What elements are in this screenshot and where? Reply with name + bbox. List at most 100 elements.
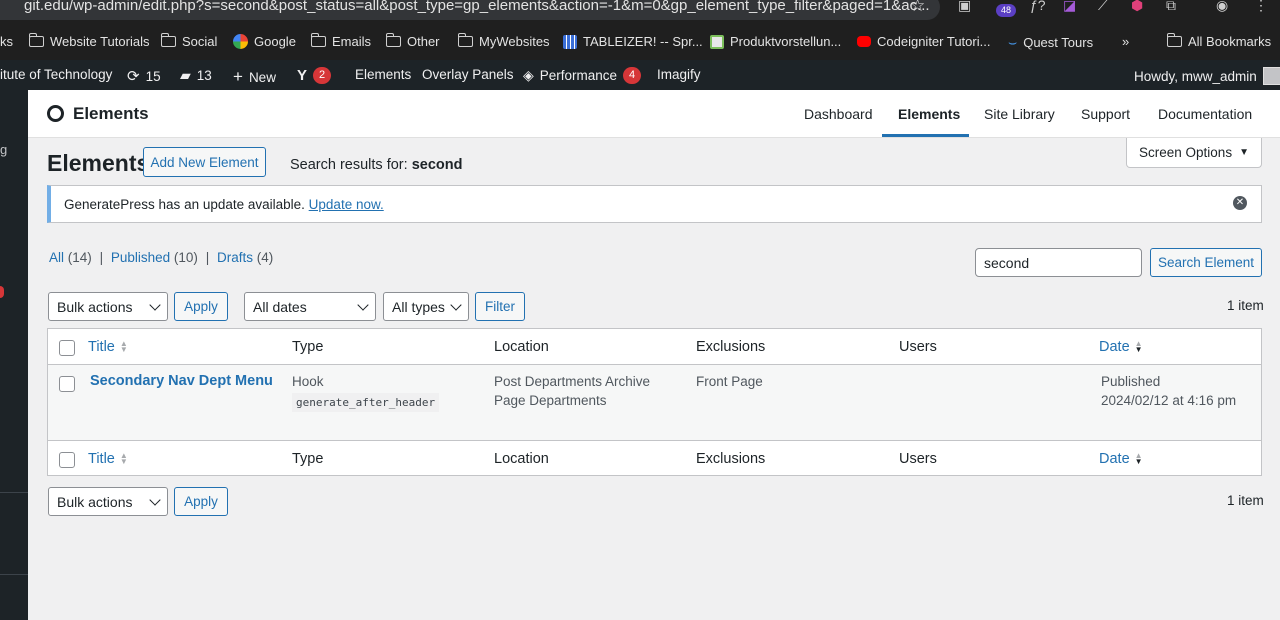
adminbar-overlay-panels[interactable]: Overlay Panels — [422, 67, 514, 82]
adminbar-site-name[interactable]: itute of Technology — [0, 67, 112, 82]
bookmark-emails[interactable]: Emails — [310, 33, 371, 49]
bookmark-quest-tours[interactable]: ⌣ Quest Tours — [1008, 34, 1093, 51]
bookmark-codeigniter[interactable]: Codeigniter Tutori... — [857, 34, 990, 49]
element-title-link[interactable]: Secondary Nav Dept Menu — [90, 373, 273, 389]
sort-icon: ▲ ▼ — [1134, 451, 1143, 466]
update-now-link[interactable]: Update now. — [309, 197, 384, 212]
sidebar-item-label[interactable]: g — [0, 142, 7, 157]
youtube-icon — [857, 36, 871, 47]
adminbar-updates[interactable]: ⟳ 15 — [127, 67, 161, 85]
column-title[interactable]: Title ▲ ▼ — [88, 451, 128, 467]
filter-drafts-link[interactable]: Drafts — [217, 250, 253, 265]
notice-message: GeneratePress has an update available. U… — [64, 197, 384, 212]
apply-button[interactable]: Apply — [174, 487, 228, 516]
adminbar-performance[interactable]: ◈ Performance 4 — [523, 67, 642, 84]
tab-dashboard[interactable]: Dashboard — [804, 106, 873, 122]
purple-extension-icon[interactable]: ◪ — [1063, 0, 1076, 14]
select-all-checkbox[interactable] — [59, 452, 75, 468]
search-element-button[interactable]: Search Element — [1150, 248, 1262, 277]
chevron-down-icon — [149, 299, 161, 311]
bookmark-other[interactable]: Other — [385, 33, 440, 49]
column-type: Type — [292, 339, 324, 355]
folder-icon — [1166, 33, 1182, 47]
bookmark-star-icon[interactable]: ☆ — [910, 0, 925, 16]
bookmark-website-tutorials[interactable]: Website Tutorials — [28, 33, 149, 49]
adminbar-comments[interactable]: ▰ 13 — [180, 67, 212, 84]
type-cell: Hook generate_after_header — [292, 372, 440, 412]
types-filter-select[interactable]: All types — [383, 292, 469, 321]
search-input[interactable] — [975, 248, 1142, 277]
apply-button[interactable]: Apply — [174, 292, 228, 321]
wp-admin-bar: itute of Technology ⟳ 15 ▰ 13 + New Y2 Elem… — [0, 60, 1280, 90]
tab-support[interactable]: Support — [1081, 106, 1130, 122]
table-footer: Title ▲ ▼ Type Location Exclusions Users D… — [48, 440, 1261, 476]
generatepress-logo-icon — [47, 105, 64, 122]
filter-all-link[interactable]: All — [49, 250, 64, 265]
bookmark-google[interactable]: Google — [233, 34, 296, 49]
camera-icon[interactable]: ▣ — [958, 0, 971, 14]
folder-icon — [28, 33, 44, 47]
plus-icon: + — [233, 67, 243, 86]
url-text[interactable]: git.edu/wp-admin/edit.php?s=second&post_… — [24, 0, 930, 14]
function-extension-icon[interactable]: ƒ? — [1030, 0, 1046, 13]
bookmark-mywebsites[interactable]: MyWebsites — [457, 33, 550, 49]
adminbar-imagify[interactable]: Imagify — [657, 67, 701, 82]
adminbar-account[interactable]: Howdy, mww_admin — [1134, 67, 1280, 85]
dismiss-icon[interactable]: ✕ — [1233, 196, 1247, 210]
bookmarks-overflow[interactable]: » — [1122, 34, 1129, 49]
bulk-actions-select[interactable]: Bulk actions — [48, 487, 168, 516]
item-count: 1 item — [1227, 493, 1264, 508]
dates-filter-select[interactable]: All dates — [244, 292, 376, 321]
filter-published-link[interactable]: Published — [111, 250, 170, 265]
browser-url-bar: git.edu/wp-admin/edit.php?s=second&post_… — [0, 0, 1280, 22]
performance-icon: ◈ — [523, 67, 534, 83]
tab-site-library[interactable]: Site Library — [984, 106, 1055, 122]
page-icon — [710, 34, 724, 49]
plugin-title: Elements — [73, 104, 149, 123]
wave-icon: ⌣ — [1008, 34, 1018, 50]
item-count: 1 item — [1227, 298, 1264, 313]
search-results-label: Search results for: second — [290, 157, 463, 173]
tab-documentation[interactable]: Documentation — [1158, 106, 1252, 122]
folder-icon — [160, 33, 176, 47]
bookmark-all-bookmarks[interactable]: All Bookmarks — [1166, 33, 1271, 49]
pen-extension-icon[interactable]: ⟋ — [1098, 0, 1108, 14]
yoast-icon: Y — [297, 67, 308, 84]
select-all-checkbox[interactable] — [59, 340, 75, 356]
column-location: Location — [494, 339, 549, 355]
column-users: Users — [899, 339, 937, 355]
column-date[interactable]: Date ▲ ▼ — [1099, 339, 1143, 355]
bulk-actions-select[interactable]: Bulk actions — [48, 292, 168, 321]
extension-badge[interactable]: 48 — [996, 4, 1016, 17]
menu-dots-icon[interactable]: ⋮ — [1254, 0, 1268, 14]
column-title[interactable]: Title ▲ ▼ — [88, 339, 128, 355]
notification-dot — [0, 286, 4, 298]
column-type: Type — [292, 451, 324, 467]
filter-button[interactable]: Filter — [475, 292, 525, 321]
add-new-element-button[interactable]: Add New Element — [143, 147, 266, 177]
location-cell: Post Departments Archive Page Department… — [494, 374, 651, 408]
update-notice: GeneratePress has an update available. U… — [47, 185, 1262, 223]
sort-icon: ▲ ▼ — [119, 451, 128, 466]
screen-options-button[interactable]: Screen Options ▼ — [1126, 138, 1262, 168]
tab-elements[interactable]: Elements — [898, 106, 960, 122]
profile-icon[interactable]: ◉ — [1216, 0, 1228, 14]
search-term: second — [411, 157, 463, 173]
comment-icon: ▰ — [180, 67, 191, 83]
bookmark-item[interactable]: ks — [0, 34, 13, 49]
shield-extension-icon[interactable]: ⬢ — [1131, 0, 1143, 14]
sidebar-separator — [0, 492, 28, 493]
date-cell: Published 2024/02/12 at 4:16 pm — [1101, 374, 1237, 408]
puzzle-icon[interactable]: ⧉ — [1166, 0, 1176, 14]
adminbar-elements[interactable]: Elements — [355, 67, 411, 82]
chevron-down-icon — [149, 494, 161, 506]
bookmark-produktvorstellung[interactable]: Produktvorstellun... — [710, 34, 841, 49]
column-date[interactable]: Date ▲ ▼ — [1099, 451, 1143, 467]
adminbar-yoast[interactable]: Y2 — [297, 67, 332, 84]
column-exclusions: Exclusions — [696, 339, 766, 355]
bookmark-social[interactable]: Social — [160, 33, 217, 49]
adminbar-new[interactable]: + New — [233, 67, 276, 87]
folder-icon — [457, 33, 473, 47]
row-checkbox[interactable] — [59, 376, 75, 392]
bookmark-tableizer[interactable]: TABLEIZER! -- Spr... — [563, 34, 703, 49]
